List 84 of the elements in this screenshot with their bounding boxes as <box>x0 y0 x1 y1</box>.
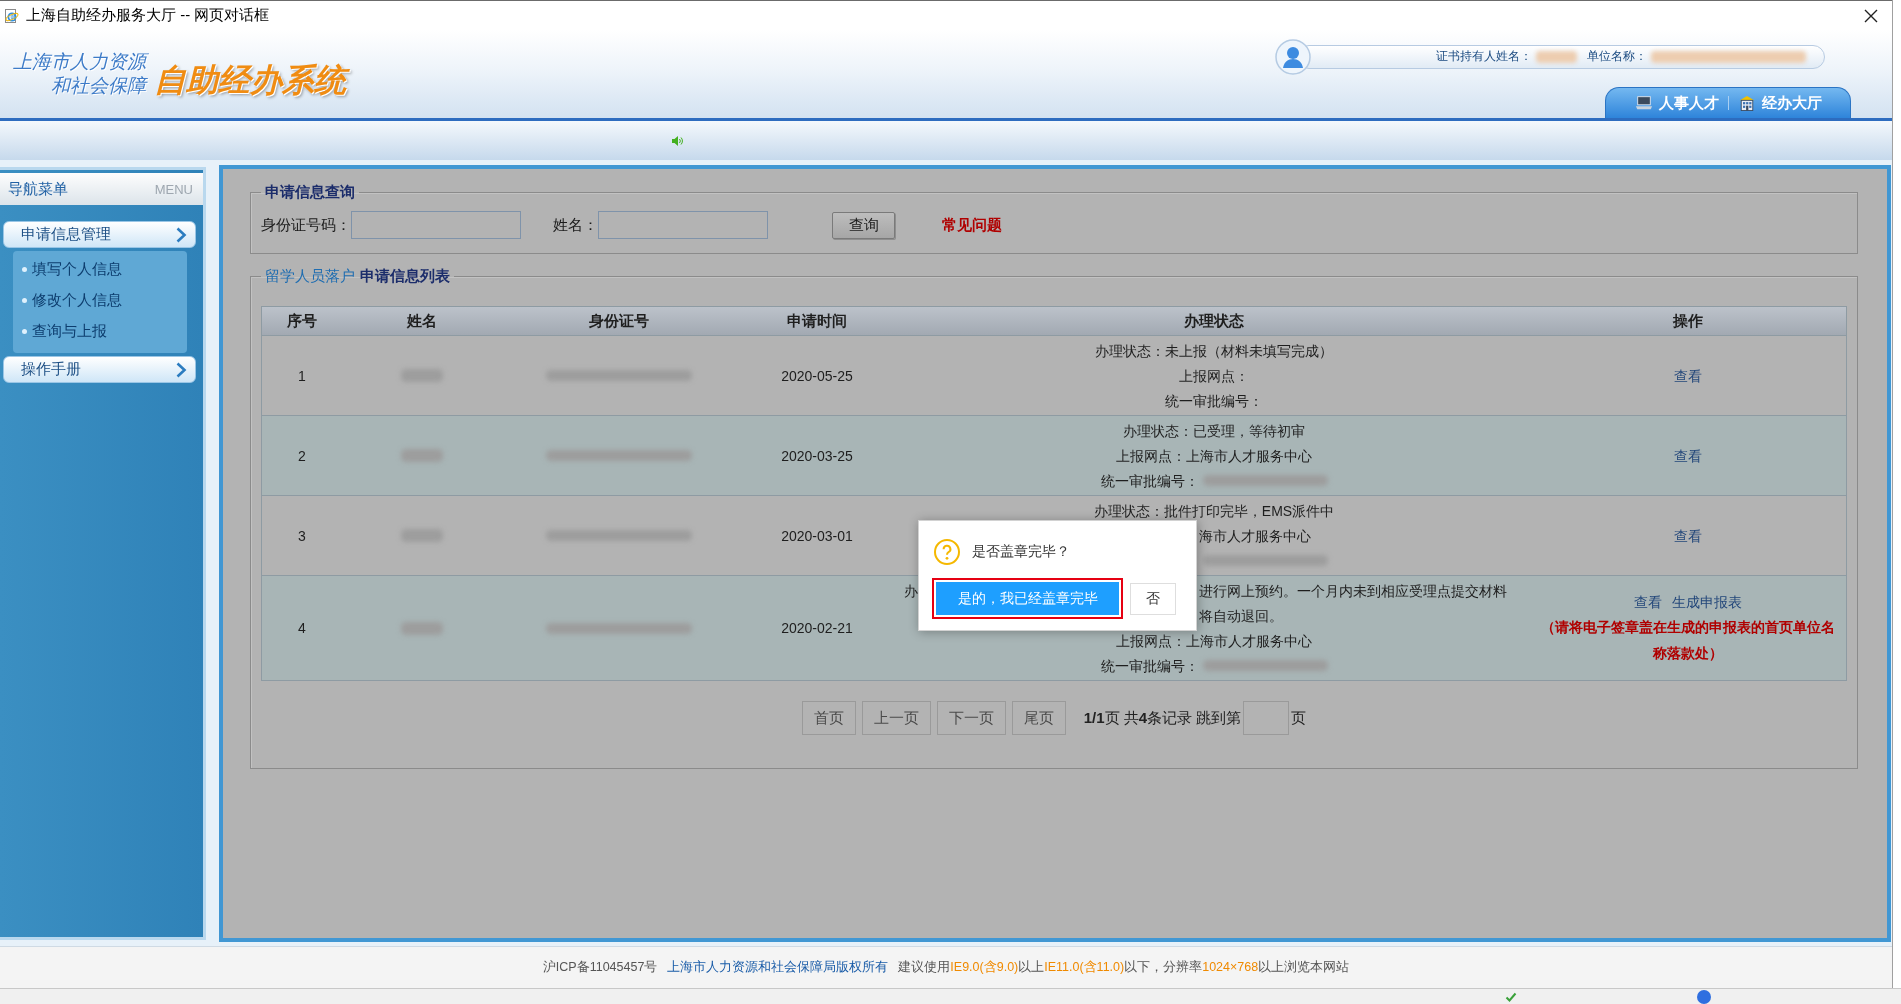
submenu-item[interactable]: 填写个人信息 <box>22 254 187 285</box>
legend-category: 留学人员落户 <box>265 267 355 285</box>
dialog-message: 是否盖章完毕？ <box>972 543 1070 561</box>
dialog-button[interactable]: 否 <box>1130 582 1176 615</box>
sidebar-subtitle: MENU <box>154 181 193 197</box>
action-link[interactable]: 查看 <box>1674 443 1702 468</box>
page-button[interactable]: 下一页 <box>936 701 1006 735</box>
submenu-item[interactable]: 查询与上报 <box>22 316 187 347</box>
page-button[interactable]: 首页 <box>801 701 856 735</box>
status-text: 上报网点： <box>1179 366 1249 385</box>
row-number: 1 <box>298 367 306 384</box>
action-link[interactable]: 查看 <box>1674 523 1702 548</box>
status-text: 海市人才服务中心 <box>1199 526 1311 545</box>
page-suffix: 页 <box>1291 708 1307 728</box>
sidebar-title: 导航菜单 <box>8 179 68 199</box>
submenu-item[interactable]: 修改个人信息 <box>22 285 187 316</box>
page-button[interactable]: 上一页 <box>861 701 931 735</box>
date-text: 2020-05-25 <box>781 367 853 384</box>
field-label: 姓名： <box>553 215 598 235</box>
row-number: 3 <box>298 527 306 544</box>
status-text: 统一审批编号： <box>1165 391 1263 410</box>
redacted-text <box>401 449 443 462</box>
status-text: 统一审批编号： <box>1100 656 1199 675</box>
column-header: 身份证号 <box>588 311 650 331</box>
status-text: 将自动退回。 <box>1199 606 1283 625</box>
nav-link[interactable]: 经办大厅 <box>1737 93 1822 113</box>
status-text: 统一审批编号： <box>1100 471 1199 490</box>
date-text: 2020-02-21 <box>781 620 853 636</box>
search-button[interactable]: 查询 <box>832 211 895 239</box>
status-text: 上报网点：上海市人才服务中心 <box>1116 631 1312 650</box>
action-link[interactable]: 生成申报表 <box>1672 590 1742 614</box>
redacted-text <box>401 621 443 635</box>
speaker-icon <box>671 134 683 147</box>
copyright-link[interactable]: 上海市人力资源和社会保障局版权所有 <box>667 959 889 976</box>
row-number: 4 <box>298 620 306 636</box>
holder-name-label: 证书持有人姓名： <box>1436 48 1532 65</box>
page-button[interactable]: 尾页 <box>1011 701 1066 735</box>
date-text: 2020-03-01 <box>781 527 853 544</box>
bullet-icon <box>22 267 27 272</box>
column-header: 办理状态 <box>1183 311 1245 331</box>
input-field[interactable] <box>351 211 521 239</box>
menu-item[interactable]: 申请信息管理 <box>3 221 196 248</box>
menu-item[interactable]: 操作手册 <box>3 356 196 383</box>
browser-notice: 建议使用IE9.0(含9.0)以上IE11.0(含11.0)以下，分辨率1024×768以上浏览本网站 <box>898 959 1350 976</box>
column-header: 操作 <box>1672 311 1704 331</box>
question-icon <box>934 539 960 565</box>
bullet-icon <box>22 298 27 303</box>
column-header: 序号 <box>286 311 318 331</box>
status-text: 进行网上预约。一个月内未到相应受理点提交材料 <box>1199 581 1507 600</box>
close-button[interactable] <box>1864 8 1878 23</box>
redacted-text <box>1536 50 1577 63</box>
faq-link[interactable]: 常见问题 <box>942 215 1002 235</box>
status-text: 办理状态：已受理，等待初审 <box>1123 421 1305 440</box>
date-text: 2020-03-25 <box>781 447 853 464</box>
row-number: 2 <box>298 447 306 464</box>
note-text: （请将电子签章盖在生成的申报表的首页单位名称落款处） <box>1540 618 1836 663</box>
logo-org-text: 和社会保障 <box>51 74 146 98</box>
status-text: 上报网点：上海市人才服务中心 <box>1116 446 1312 465</box>
page-jump-field[interactable] <box>1243 701 1290 735</box>
input-field[interactable] <box>598 211 768 239</box>
fieldset-legend: 申请信息列表 <box>360 267 450 285</box>
window-title: 上海自助经办服务大厅 -- 网页对话框 <box>26 6 270 25</box>
status-text: 办理状态：未上报（材料未填写完成） <box>1095 341 1333 360</box>
dialog-button[interactable]: 是的，我已经盖章完毕 <box>932 578 1123 619</box>
laptop-icon <box>1634 95 1653 111</box>
close-icon <box>1864 8 1878 23</box>
unit-name-label: 单位名称： <box>1587 48 1647 65</box>
chevron-right-icon <box>175 360 187 379</box>
status-text: 办 <box>904 581 918 600</box>
chevron-right-icon <box>175 225 187 244</box>
fieldset-legend: 申请信息查询 <box>261 183 359 201</box>
page-summary: 1/1页 共4条记录 跳到第 <box>1083 708 1242 728</box>
status-text: 办理状态：批件打印完毕，EMS派件中 <box>1093 501 1335 520</box>
bullet-icon <box>22 329 27 334</box>
column-header: 姓名 <box>406 311 438 331</box>
page-icon <box>3 7 19 24</box>
circle-icon <box>1697 989 1711 1004</box>
action-link[interactable]: 查看 <box>1674 363 1702 388</box>
check-icon <box>1505 990 1517 1003</box>
nav-link[interactable]: 人事人才 <box>1634 93 1719 113</box>
icp-text: 沪ICP备11045457号 <box>542 959 658 976</box>
column-header: 申请时间 <box>786 311 848 331</box>
field-label: 身份证号码： <box>261 215 351 235</box>
action-link[interactable]: 查看 <box>1634 590 1662 614</box>
